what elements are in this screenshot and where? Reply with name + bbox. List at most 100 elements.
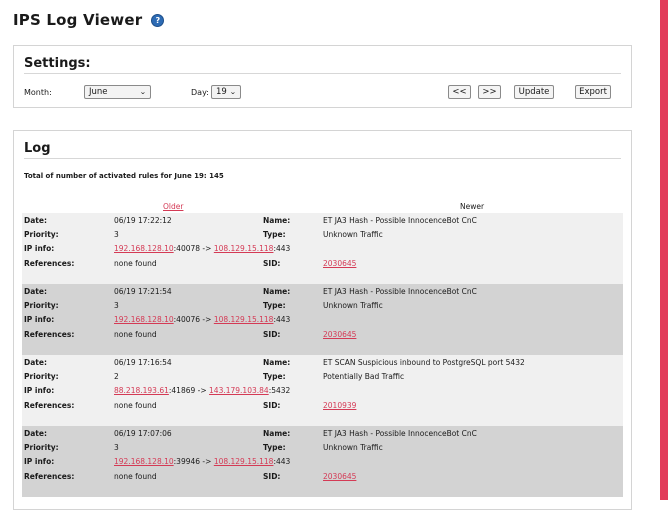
month-label: Month: <box>24 88 52 97</box>
priority-value: 3 <box>114 301 119 310</box>
rule-name: ET JA3 Hash - Possible InnocenceBot CnC <box>323 287 477 296</box>
references-value: none found <box>114 330 157 339</box>
ip-info: 192.168.128.10:39946 -> 108.129.15.118:4… <box>114 457 290 466</box>
ip-info-label: IP info: <box>24 244 55 253</box>
dst-port: :443 <box>273 457 291 466</box>
dst-ip-link[interactable]: 108.129.15.118 <box>214 315 274 324</box>
priority-label: Priority: <box>24 230 59 239</box>
rule-name: ET SCAN Suspicious inbound to PostgreSQL… <box>323 358 525 367</box>
ip-info-label: IP info: <box>24 315 55 324</box>
month-select-value: June <box>89 87 108 97</box>
type-label: Type: <box>263 301 286 310</box>
date-value: 06/19 17:07:06 <box>114 429 172 438</box>
day-label: Day: <box>191 88 209 97</box>
name-label: Name: <box>263 429 291 438</box>
sid-link[interactable]: 2010939 <box>323 401 356 410</box>
priority-value: 2 <box>114 372 119 381</box>
src-ip-link[interactable]: 192.168.128.10 <box>114 315 174 324</box>
references-value: none found <box>114 401 157 410</box>
priority-value: 3 <box>114 230 119 239</box>
sid-link[interactable]: 2030645 <box>323 472 356 481</box>
month-select[interactable]: June ⌄ <box>84 85 151 99</box>
total-count: Total of number of activated rules for J… <box>24 172 224 180</box>
date-value: 06/19 17:22:12 <box>114 216 172 225</box>
ip-info-label: IP info: <box>24 457 55 466</box>
page-title: IPS Log Viewer <box>13 11 143 29</box>
priority-label: Priority: <box>24 301 59 310</box>
dst-port: :5432 <box>268 386 291 395</box>
day-select-value: 19 <box>216 87 227 97</box>
references-label: References: <box>24 401 75 410</box>
type-label: Type: <box>263 372 286 381</box>
log-panel: Log Total of number of activated rules f… <box>13 130 632 510</box>
date-label: Date: <box>24 216 47 225</box>
ip-info: 192.168.128.10:40076 -> 108.129.15.118:4… <box>114 315 290 324</box>
type-value: Unknown Traffic <box>323 443 383 452</box>
date-value: 06/19 17:21:54 <box>114 287 172 296</box>
dst-ip-link[interactable]: 108.129.15.118 <box>214 244 274 253</box>
type-value: Unknown Traffic <box>323 230 383 239</box>
page-scrollbar[interactable] <box>660 0 668 500</box>
chevron-down-icon: ⌄ <box>139 88 147 96</box>
date-label: Date: <box>24 429 47 438</box>
references-value: none found <box>114 259 157 268</box>
src-ip-link[interactable]: 88.218.193.61 <box>114 386 169 395</box>
prev-day-button[interactable]: << <box>448 85 471 99</box>
next-day-button[interactable]: >> <box>478 85 501 99</box>
sid-link[interactable]: 2030645 <box>323 330 356 339</box>
sid-label: SID: <box>263 401 281 410</box>
sid-label: SID: <box>263 330 281 339</box>
references-label: References: <box>24 472 75 481</box>
ip-info: 88.218.193.61:41869 -> 143.179.103.84:54… <box>114 386 290 395</box>
sid-link[interactable]: 2030645 <box>323 259 356 268</box>
references-label: References: <box>24 330 75 339</box>
ip-info: 192.168.128.10:40078 -> 108.129.15.118:4… <box>114 244 290 253</box>
ip-info-label: IP info: <box>24 386 55 395</box>
page-header: IPS Log Viewer ? <box>13 9 165 31</box>
src-ip-link[interactable]: 192.168.128.10 <box>114 457 174 466</box>
log-divider <box>24 158 621 159</box>
rule-name: ET JA3 Hash - Possible InnocenceBot CnC <box>323 429 477 438</box>
settings-title: Settings: <box>24 56 91 71</box>
src-port: :41869 -> <box>168 386 207 395</box>
name-label: Name: <box>263 216 291 225</box>
type-label: Type: <box>263 230 286 239</box>
dst-port: :443 <box>273 244 291 253</box>
date-label: Date: <box>24 358 47 367</box>
dst-port: :443 <box>273 315 291 324</box>
log-title: Log <box>24 141 51 156</box>
references-label: References: <box>24 259 75 268</box>
settings-panel: Settings: Month: June ⌄ Day: 19 ⌄ << >> … <box>13 45 632 108</box>
priority-label: Priority: <box>24 372 59 381</box>
name-label: Name: <box>263 287 291 296</box>
priority-label: Priority: <box>24 443 59 452</box>
day-select[interactable]: 19 ⌄ <box>211 85 241 99</box>
date-value: 06/19 17:16:54 <box>114 358 172 367</box>
dst-ip-link[interactable]: 143.179.103.84 <box>209 386 269 395</box>
src-ip-link[interactable]: 192.168.128.10 <box>114 244 174 253</box>
references-value: none found <box>114 472 157 481</box>
name-label: Name: <box>263 358 291 367</box>
settings-divider <box>24 73 621 74</box>
older-link[interactable]: Older <box>163 202 183 211</box>
newer-label: Newer <box>460 202 485 211</box>
export-button[interactable]: Export <box>575 85 611 99</box>
update-button[interactable]: Update <box>514 85 554 99</box>
log-entry: Date: 06/19 17:22:12 Name: ET JA3 Hash -… <box>22 213 623 284</box>
help-icon[interactable]: ? <box>151 13 165 27</box>
src-port: :40078 -> <box>173 244 212 253</box>
type-value: Unknown Traffic <box>323 301 383 310</box>
sid-label: SID: <box>263 259 281 268</box>
log-entry: Date: 06/19 17:16:54 Name: ET SCAN Suspi… <box>22 355 623 426</box>
log-entry: Date: 06/19 17:21:54 Name: ET JA3 Hash -… <box>22 284 623 355</box>
chevron-down-icon: ⌄ <box>229 88 237 96</box>
rule-name: ET JA3 Hash - Possible InnocenceBot CnC <box>323 216 477 225</box>
dst-ip-link[interactable]: 108.129.15.118 <box>214 457 274 466</box>
date-label: Date: <box>24 287 47 296</box>
src-port: :40076 -> <box>173 315 212 324</box>
type-label: Type: <box>263 443 286 452</box>
sid-label: SID: <box>263 472 281 481</box>
src-port: :39946 -> <box>173 457 212 466</box>
type-value: Potentially Bad Traffic <box>323 372 405 381</box>
log-entry: Date: 06/19 17:07:06 Name: ET JA3 Hash -… <box>22 426 623 497</box>
